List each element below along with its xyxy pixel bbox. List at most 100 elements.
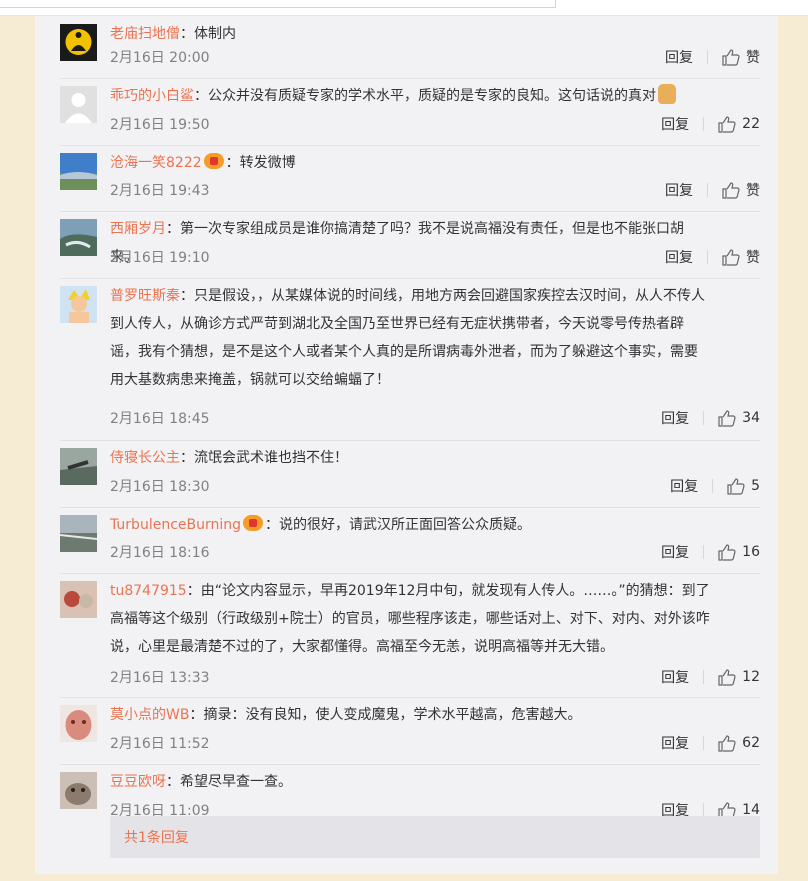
- thumbs-up-icon: [722, 181, 740, 199]
- comment-body: tu8747915：由“论文内容显示，早再2019年12月中旬，就发现有人传人。…: [110, 577, 710, 661]
- like-count: 赞: [746, 250, 760, 266]
- avatar[interactable]: [60, 153, 97, 190]
- avatar[interactable]: [60, 581, 97, 618]
- avatar[interactable]: [60, 515, 97, 552]
- thumbs-up-icon: [718, 115, 736, 133]
- user-name[interactable]: 莫小点的WB: [110, 707, 189, 723]
- like-count: 62: [742, 735, 760, 751]
- user-name[interactable]: 乖巧的小白鲨: [110, 88, 194, 104]
- user-name[interactable]: 老庙扫地僧: [110, 26, 180, 42]
- reply-button[interactable]: 回复: [665, 47, 693, 67]
- like-button[interactable]: 16: [718, 543, 760, 561]
- like-button[interactable]: 赞: [722, 47, 760, 67]
- comment-item: 西厢岁月：第一次专家组成员是谁你搞清楚了吗？我不是说高福没有责任，但是也不能张口…: [60, 211, 760, 279]
- avatar[interactable]: [60, 86, 97, 123]
- comment-time: 2月16日 19:50: [110, 117, 210, 133]
- comment-body: 乖巧的小白鲨：公众并没有质疑专家的学术水平，质疑的是专家的良知。这句话说的真对: [110, 82, 710, 110]
- divider: [703, 803, 705, 817]
- comment-text: ：流氓会武术谁也挡不住！: [180, 450, 348, 466]
- scroll-gutter: [789, 16, 808, 874]
- divider: [703, 736, 705, 750]
- like-button[interactable]: 12: [718, 668, 760, 686]
- comment-item: 侍寝长公主：流氓会武术谁也挡不住！ 2月16日 18:30 回复 5: [60, 440, 760, 508]
- comment-time: 2月16日 18:30: [110, 479, 210, 495]
- comment-actions: 回复 5: [670, 476, 760, 496]
- comment-time: 2月16日 11:52: [110, 736, 210, 752]
- more-replies-link[interactable]: 共1条回复: [124, 827, 189, 847]
- divider: [707, 183, 708, 197]
- like-button[interactable]: 赞: [722, 247, 760, 267]
- comment-time: 2月16日 19:10: [110, 250, 210, 266]
- comment-time: 2月16日 18:45: [110, 411, 210, 427]
- avatar[interactable]: [60, 286, 97, 323]
- comment-time: 2月16日 20:00: [110, 50, 210, 66]
- comment-actions: 回复 34: [661, 408, 760, 428]
- avatar[interactable]: [60, 772, 97, 809]
- divider: [707, 250, 708, 264]
- comment-body: 沧海一笑8222 ：转发微博: [110, 149, 710, 177]
- reply-button[interactable]: 回复: [661, 408, 689, 428]
- comment-body: 老庙扫地僧：体制内: [110, 20, 710, 48]
- like-button[interactable]: 62: [718, 734, 760, 752]
- reply-button[interactable]: 回复: [665, 180, 693, 200]
- reply-button[interactable]: 回复: [661, 114, 689, 134]
- comment-text: ：只是假设，，从某媒体说的时间线，用地方两会回避国家疾控去汉时间，从人不传人到人…: [110, 288, 705, 388]
- avatar[interactable]: [60, 448, 97, 485]
- comment-item: 沧海一笑8222 ：转发微博 2月16日 19:43 回复 赞: [60, 145, 760, 212]
- divider: [707, 50, 708, 64]
- like-count: 12: [742, 669, 760, 685]
- avatar[interactable]: [60, 24, 97, 61]
- user-name[interactable]: 西厢岁月: [110, 221, 166, 237]
- avatar[interactable]: [60, 705, 97, 742]
- user-name[interactable]: TurbulenceBurning: [110, 517, 241, 533]
- like-count: 22: [742, 116, 760, 132]
- divider: [703, 411, 705, 425]
- like-count: 赞: [746, 183, 760, 199]
- divider: [703, 117, 705, 131]
- like-count: 34: [742, 410, 760, 426]
- comment-text: ：公众并没有质疑专家的学术水平，质疑的是专家的良知。这句话说的真对: [194, 88, 656, 104]
- reply-button[interactable]: 回复: [670, 476, 698, 496]
- thumbs-up-icon: [718, 543, 736, 561]
- comment-actions: 回复 22: [661, 114, 760, 134]
- reply-button[interactable]: 回复: [661, 542, 689, 562]
- comment-item: 豆豆欧呀：希望尽早查一查。 2月16日 11:09 回复 14: [60, 764, 760, 819]
- comment-time: 2月16日 18:16: [110, 545, 210, 561]
- avatar[interactable]: [60, 219, 97, 256]
- thumbs-up-icon: [718, 409, 736, 427]
- comment-actions: 回复 16: [661, 542, 760, 562]
- comment-body: 莫小点的WB：摘录：没有良知，使人变成魔鬼，学术水平越高，危害越大。: [110, 701, 710, 729]
- like-count: 16: [742, 544, 760, 560]
- like-button[interactable]: 赞: [722, 180, 760, 200]
- divider: [703, 545, 705, 559]
- reply-button[interactable]: 回复: [665, 247, 693, 267]
- like-button[interactable]: 5: [727, 477, 760, 495]
- thumbs-up-icon: [722, 248, 740, 266]
- user-name[interactable]: 沧海一笑8222: [110, 155, 202, 171]
- reply-button[interactable]: 回复: [661, 733, 689, 753]
- comment-item: TurbulenceBurning ：说的很好，请武汉所正面回答公众质疑。 2月1…: [60, 507, 760, 574]
- divider: [703, 670, 705, 684]
- vip-badge-icon: [203, 153, 224, 169]
- comment-body: 普罗旺斯秦：只是假设，，从某媒体说的时间线，用地方两会回避国家疾控去汉时间，从人…: [110, 282, 710, 394]
- reply-button[interactable]: 回复: [661, 667, 689, 687]
- thumbs-up-icon: [727, 477, 745, 495]
- comment-text: ：由“论文内容显示，早再2019年12月中旬，就发现有人传人。……。”的猜想：到…: [110, 583, 710, 655]
- user-name[interactable]: 普罗旺斯秦: [110, 288, 180, 304]
- user-name[interactable]: 豆豆欧呀: [110, 774, 166, 790]
- user-name[interactable]: tu8747915: [110, 583, 187, 599]
- user-name[interactable]: 侍寝长公主: [110, 450, 180, 466]
- comment-actions: 回复 赞: [665, 247, 760, 267]
- comment-actions: 回复 62: [661, 733, 760, 753]
- comment-item: 普罗旺斯秦：只是假设，，从某媒体说的时间线，用地方两会回避国家疾控去汉时间，从人…: [60, 278, 760, 441]
- like-button[interactable]: 34: [718, 409, 760, 427]
- thumbs-up-icon: [722, 48, 740, 66]
- comment-actions: 回复 赞: [665, 47, 760, 67]
- comments-panel: 老庙扫地僧：体制内 2月16日 20:00 回复 赞 乖巧的小白鲨：公众并没有质…: [35, 16, 778, 874]
- divider: [712, 479, 714, 493]
- vip-badge-icon: [243, 515, 264, 531]
- like-button[interactable]: 22: [718, 115, 760, 133]
- comment-actions: 回复 赞: [665, 180, 760, 200]
- thumbs-up-icon: [718, 668, 736, 686]
- comment-body: 侍寝长公主：流氓会武术谁也挡不住！: [110, 444, 710, 472]
